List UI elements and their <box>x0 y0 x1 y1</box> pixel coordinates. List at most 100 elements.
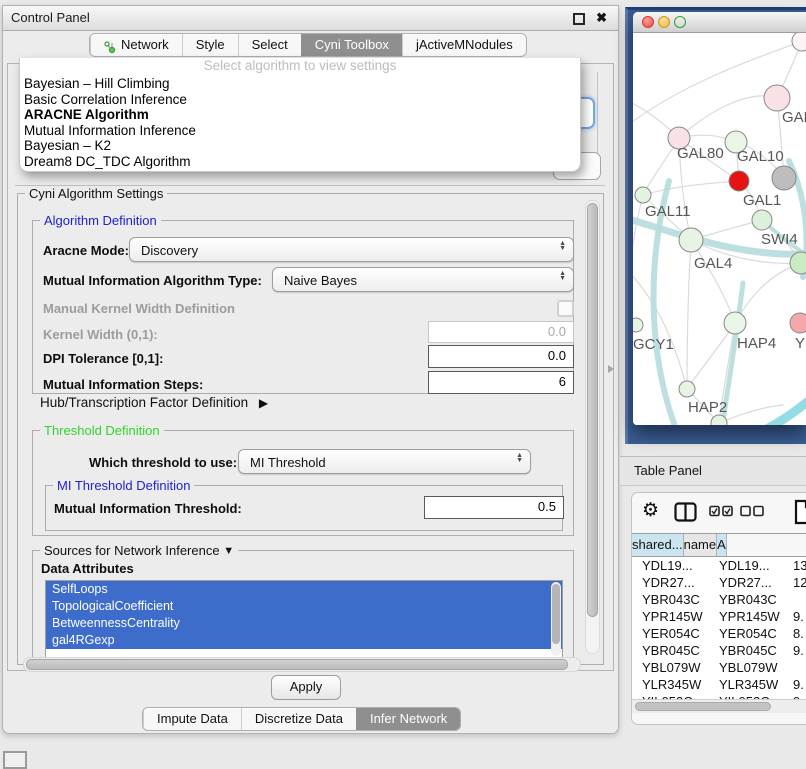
network-node-label: SWI4 <box>761 231 798 248</box>
hub-factor-label: Hub/Transcription Factor Definition <box>40 395 248 410</box>
attribute-list-item[interactable]: BetweennessCentrality <box>46 615 562 632</box>
float-window-icon[interactable] <box>573 13 585 25</box>
splitter-handle[interactable] <box>608 365 614 373</box>
which-threshold-combobox[interactable]: MI Threshold ▲▼ <box>238 449 531 474</box>
close-icon[interactable]: ✖ <box>596 10 607 26</box>
gear-icon[interactable]: ⚙︎ <box>642 501 659 521</box>
zoom-traffic-light[interactable] <box>674 16 686 28</box>
cell-name: YLR345W <box>709 676 785 693</box>
cell-value: 13 <box>785 557 806 574</box>
table-row[interactable]: YBR043C YBR043C <box>632 591 806 608</box>
settings-vertical-scrollbar[interactable] <box>585 200 600 654</box>
table-row[interactable]: YER054C YER054C 8. <box>632 625 806 642</box>
close-traffic-light[interactable] <box>642 16 654 28</box>
network-node-label: GAL11 <box>645 203 691 220</box>
attribute-list-item[interactable]: SelfLoops <box>46 581 562 598</box>
scrollbar-thumb[interactable] <box>552 584 560 644</box>
network-node[interactable] <box>679 228 703 252</box>
tab-label: Select <box>252 34 288 56</box>
algorithm-definition-group: Algorithm Definition Aracne Mode: Discov… <box>32 220 574 394</box>
table-row[interactable]: YBR045C YBR045C 9. <box>632 642 806 659</box>
table-rows: YDL19... YDL19... 13 YDR27... YDR27... 1… <box>632 557 806 699</box>
clear-checkboxes-icon[interactable] <box>740 505 765 520</box>
network-view-window: GALGAL80GAL10GAL11GAL1SWI4GAL4GCY1HAP4YH… <box>633 12 806 425</box>
hub-factor-expander[interactable]: Hub/Transcription Factor Definition ▶ <box>40 395 268 410</box>
mi-type-combobox[interactable]: Naive Bayes ▲▼ <box>272 267 574 292</box>
attribute-list-item[interactable]: gal4RGexp <box>46 632 562 649</box>
tab[interactable]: Style <box>182 34 238 56</box>
dropdown-item[interactable]: Bayesian – K2 <box>20 138 580 154</box>
tab-label: Style <box>196 34 225 56</box>
dropdown-item[interactable]: Dream8 DC_TDC Algorithm <box>20 154 580 170</box>
cell-shared-name: YBR045C <box>632 642 709 659</box>
network-node[interactable] <box>729 171 749 191</box>
table-row[interactable]: YPR145W YPR145W 9. <box>632 608 806 625</box>
threshold-definition-group: Threshold Definition Which threshold to … <box>32 430 574 536</box>
settings-horizontal-scrollbar[interactable] <box>23 657 581 672</box>
network-node-label: GAL1 <box>743 192 781 209</box>
tab-label: Network <box>121 34 169 56</box>
network-node[interactable] <box>764 85 790 111</box>
dpi-tolerance-field[interactable]: 0.0 <box>428 345 574 368</box>
mi-steps-field[interactable]: 6 <box>428 371 574 394</box>
network-canvas[interactable]: GALGAL80GAL10GAL11GAL1SWI4GAL4GCY1HAP4YH… <box>633 33 806 425</box>
scrollbar-thumb[interactable] <box>635 702 771 711</box>
dropdown-item[interactable]: Mutual Information Inference <box>20 123 580 139</box>
tab[interactable]: Cyni Toolbox <box>301 34 402 56</box>
attribute-list-item[interactable]: TopologicalCoefficient <box>46 598 562 615</box>
scrollbar-thumb[interactable] <box>587 203 598 617</box>
tab[interactable]: Infer Network <box>356 708 460 730</box>
tab[interactable]: Network <box>90 34 182 56</box>
network-node[interactable] <box>633 318 643 332</box>
table-row[interactable]: YDL19... YDL19... 13 <box>632 557 806 574</box>
minimize-traffic-light[interactable] <box>658 16 670 28</box>
manual-kernel-label: Manual Kernel Width Definition <box>43 301 235 316</box>
network-node[interactable] <box>772 166 796 190</box>
column-header[interactable]: shared... <box>632 534 684 556</box>
combo-spinner-icon: ▲▼ <box>559 241 566 251</box>
table-row[interactable]: YDR27... YDR27... 12 <box>632 574 806 591</box>
tab-label: Infer Network <box>370 708 447 730</box>
network-edge <box>633 195 643 305</box>
network-window-titlebar[interactable] <box>633 12 806 33</box>
cell-value <box>785 659 806 676</box>
tab[interactable]: Discretize Data <box>241 708 356 730</box>
table-header-row: shared... name A <box>632 533 806 557</box>
scrollbar-thumb[interactable] <box>26 659 568 670</box>
dropdown-item[interactable]: Basic Correlation Inference <box>20 92 580 108</box>
control-panel-tabbar: Network Style Select Cyni Toolbox jActiv… <box>89 33 527 57</box>
sources-group-title[interactable]: Sources for Network Inference ▼ <box>40 543 238 558</box>
hidden-group-border <box>15 185 605 186</box>
network-node[interactable] <box>790 313 806 333</box>
table-row[interactable]: YBL079W YBL079W <box>632 659 806 676</box>
list-vertical-scrollbar[interactable] <box>551 582 561 656</box>
table-horizontal-scrollbar[interactable] <box>632 699 806 713</box>
table-row[interactable]: YLR345W YLR345W 9. <box>632 676 806 693</box>
tab[interactable]: jActiveMNodules <box>402 34 526 56</box>
network-node[interactable] <box>752 210 772 230</box>
select-all-checkboxes-icon[interactable] <box>709 505 734 520</box>
dropdown-item[interactable]: Bayesian – Hill Climbing <box>20 76 580 92</box>
column-view-icon[interactable] <box>674 502 697 525</box>
cell-name: YBL079W <box>709 659 785 676</box>
attribute-list: SelfLoops TopologicalCoefficient Between… <box>46 581 562 649</box>
network-node[interactable] <box>724 312 746 334</box>
dpi-tolerance-label: DPI Tolerance [0,1]: <box>43 351 163 366</box>
column-header[interactable]: name <box>684 534 718 556</box>
network-node-label: HAP4 <box>737 335 776 352</box>
tab[interactable]: Impute Data <box>143 708 241 730</box>
tab[interactable]: Select <box>238 34 301 56</box>
network-node[interactable] <box>792 33 806 51</box>
network-node[interactable] <box>679 381 695 397</box>
mi-threshold-field[interactable]: 0.5 <box>424 496 564 519</box>
apply-button[interactable]: Apply <box>271 675 341 700</box>
minimized-panel-button[interactable] <box>3 751 27 769</box>
network-node[interactable] <box>635 187 651 203</box>
dropdown-item[interactable]: ARACNE Algorithm <box>20 107 580 123</box>
network-edge <box>691 240 735 323</box>
network-node-label: GAL <box>782 109 806 126</box>
aracne-mode-combobox[interactable]: Discovery ▲▼ <box>129 237 574 262</box>
import-table-icon[interactable] <box>794 499 806 528</box>
cell-value: 9. <box>785 676 806 693</box>
column-header[interactable]: A <box>717 534 727 556</box>
